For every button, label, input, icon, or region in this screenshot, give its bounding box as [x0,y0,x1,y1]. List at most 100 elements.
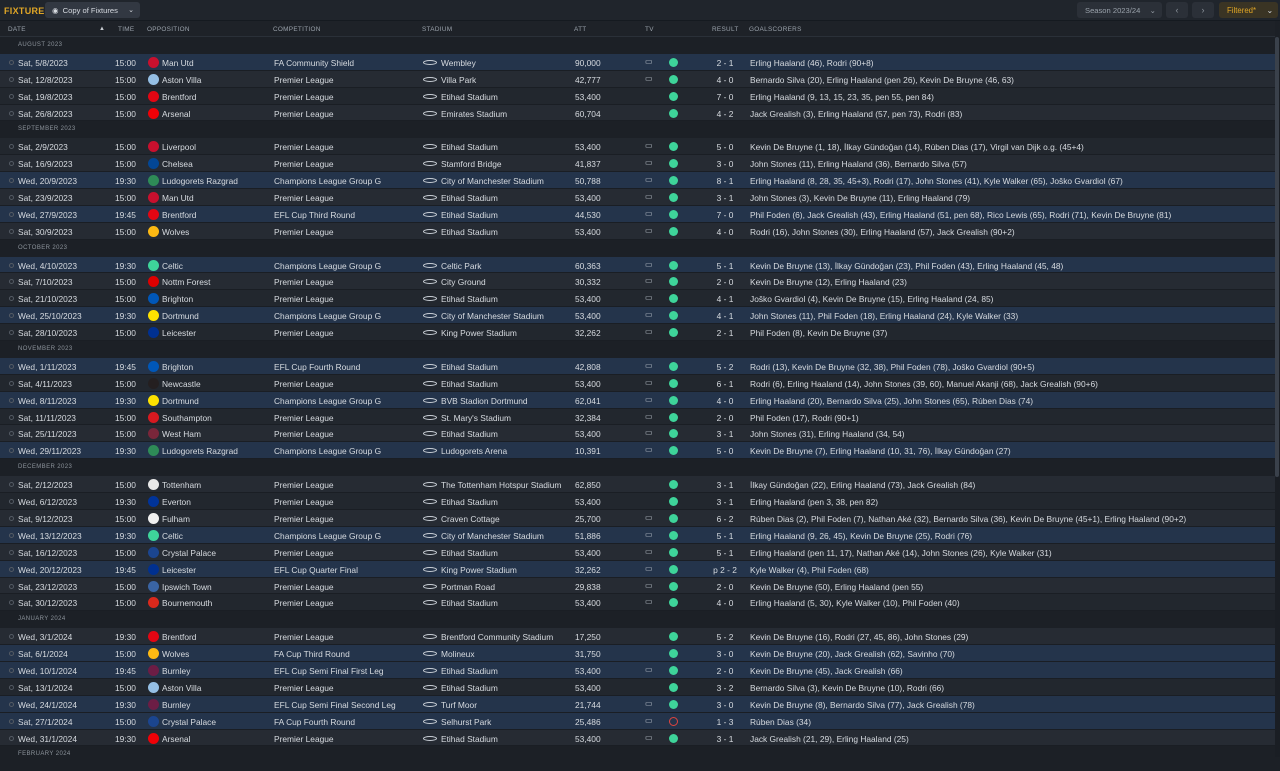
fixture-row[interactable]: Wed, 4/10/2023 19:30 Celtic Champions Leagu… [0,256,1275,274]
fixture-row[interactable]: Wed, 20/12/2023 19:45 Leicester EFL Cup Qua… [0,560,1275,578]
stadium-name[interactable]: Turf Moor [441,700,477,710]
match-score[interactable]: 3 - 1 [705,734,745,744]
match-score[interactable]: 5 - 1 [705,531,745,541]
opposition-name[interactable]: Ipswich Town [162,582,212,592]
stadium-name[interactable]: City Ground [441,277,486,287]
opposition-name[interactable]: Brighton [162,362,193,372]
competition-name[interactable]: Premier League [274,294,334,304]
competition-name[interactable]: Premier League [274,514,334,524]
fixture-row[interactable]: Wed, 3/1/2024 19:30 Brentford Premier Leagu… [0,628,1275,646]
competition-name[interactable]: Premier League [274,632,334,642]
match-score[interactable]: 2 - 0 [705,582,745,592]
match-score[interactable]: 4 - 2 [705,109,745,119]
stadium-name[interactable]: Etihad Stadium [441,429,498,439]
col-result[interactable]: RESULT [712,26,739,33]
match-score[interactable]: 1 - 3 [705,717,745,727]
competition-name[interactable]: Champions League Group G [274,446,381,456]
fixture-row[interactable]: Sat, 16/9/2023 15:00 Chelsea Premier League… [0,155,1275,173]
stadium-name[interactable]: Etihad Stadium [441,734,498,744]
match-score[interactable]: 7 - 0 [705,92,745,102]
stadium-name[interactable]: City of Manchester Stadium [441,176,544,186]
opposition-name[interactable]: Brighton [162,294,193,304]
fixture-row[interactable]: Sat, 26/8/2023 15:00 Arsenal Premier League… [0,104,1275,122]
stadium-name[interactable]: Etihad Stadium [441,227,498,237]
stadium-name[interactable]: City of Manchester Stadium [441,311,544,321]
opposition-name[interactable]: Everton [162,497,191,507]
opposition-name[interactable]: Bournemouth [162,598,212,608]
stadium-name[interactable]: Stamford Bridge [441,159,502,169]
stadium-name[interactable]: Etihad Stadium [441,193,498,203]
match-score[interactable]: 5 - 2 [705,362,745,372]
stadium-name[interactable]: Etihad Stadium [441,142,498,152]
opposition-name[interactable]: Dortmund [162,311,199,321]
match-score[interactable]: 3 - 1 [705,480,745,490]
competition-name[interactable]: Champions League Group G [274,261,381,271]
match-score[interactable]: 3 - 0 [705,159,745,169]
competition-name[interactable]: Premier League [274,75,334,85]
match-score[interactable]: 2 - 1 [705,58,745,68]
fixture-row[interactable]: Wed, 8/11/2023 19:30 Dortmund Champions Lea… [0,391,1275,409]
fixture-row[interactable]: Sat, 4/11/2023 15:00 Newcastle Premier Leag… [0,374,1275,392]
fixture-row[interactable]: Wed, 27/9/2023 19:45 Brentford EFL Cup Thir… [0,205,1275,223]
col-att[interactable]: ATT [574,26,587,33]
competition-name[interactable]: Premier League [274,497,334,507]
opposition-name[interactable]: Arsenal [162,109,190,119]
opposition-name[interactable]: Tottenham [162,480,201,490]
match-score[interactable]: 3 - 0 [705,700,745,710]
competition-name[interactable]: Champions League Group G [274,396,381,406]
fixture-row[interactable]: Wed, 29/11/2023 19:30 Ludogorets Razgrad Ch… [0,442,1275,460]
stadium-name[interactable]: Etihad Stadium [441,598,498,608]
opposition-name[interactable]: Southampton [162,413,212,423]
competition-name[interactable]: Premier League [274,109,334,119]
match-score[interactable]: 8 - 1 [705,176,745,186]
match-score[interactable]: 5 - 2 [705,632,745,642]
opposition-name[interactable]: Man Utd [162,58,194,68]
match-score[interactable]: 5 - 0 [705,142,745,152]
match-score[interactable]: 3 - 1 [705,193,745,203]
competition-name[interactable]: EFL Cup Quarter Final [274,565,358,575]
competition-name[interactable]: EFL Cup Semi Final First Leg [274,666,384,676]
competition-name[interactable]: Premier League [274,429,334,439]
col-date[interactable]: DATE [8,26,26,33]
opposition-name[interactable]: Crystal Palace [162,548,216,558]
stadium-name[interactable]: Emirates Stadium [441,109,507,119]
competition-name[interactable]: EFL Cup Third Round [274,210,355,220]
stadium-name[interactable]: St. Mary's Stadium [441,413,511,423]
fixture-row[interactable]: Sat, 2/9/2023 15:00 Liverpool Premier Leagu… [0,138,1275,156]
competition-name[interactable]: FA Cup Third Round [274,649,350,659]
competition-name[interactable]: Premier League [274,277,334,287]
competition-name[interactable]: Premier League [274,92,334,102]
match-score[interactable]: 5 - 0 [705,446,745,456]
stadium-name[interactable]: Craven Cottage [441,514,500,524]
competition-name[interactable]: Premier League [274,159,334,169]
stadium-name[interactable]: City of Manchester Stadium [441,531,544,541]
match-score[interactable]: 6 - 1 [705,379,745,389]
competition-name[interactable]: EFL Cup Fourth Round [274,362,360,372]
stadium-name[interactable]: Etihad Stadium [441,210,498,220]
fixture-row[interactable]: Sat, 23/12/2023 15:00 Ipswich Town Premier … [0,577,1275,595]
stadium-name[interactable]: The Tottenham Hotspur Stadium [441,480,561,490]
fixture-row[interactable]: Wed, 20/9/2023 19:30 Ludogorets Razgrad Cha… [0,172,1275,190]
fixture-row[interactable]: Sat, 21/10/2023 15:00 Brighton Premier Leag… [0,290,1275,308]
stadium-name[interactable]: Etihad Stadium [441,379,498,389]
scrollbar-thumb[interactable] [1275,37,1279,477]
match-score[interactable]: 6 - 2 [705,514,745,524]
opposition-name[interactable]: Aston Villa [162,683,201,693]
col-tv[interactable]: TV [645,26,654,33]
fixture-row[interactable]: Sat, 11/11/2023 15:00 Southampton Premier L… [0,408,1275,426]
next-season-button[interactable]: › [1192,2,1214,18]
competition-name[interactable]: Premier League [274,734,334,744]
opposition-name[interactable]: Chelsea [162,159,193,169]
opposition-name[interactable]: Aston Villa [162,75,201,85]
competition-name[interactable]: Premier League [274,413,334,423]
stadium-name[interactable]: Etihad Stadium [441,362,498,372]
match-score[interactable]: 7 - 0 [705,210,745,220]
fixture-row[interactable]: Wed, 1/11/2023 19:45 Brighton EFL Cup Fourt… [0,357,1275,375]
opposition-name[interactable]: West Ham [162,429,201,439]
opposition-name[interactable]: Newcastle [162,379,201,389]
fixture-row[interactable]: Wed, 6/12/2023 19:30 Everton Premier League… [0,493,1275,510]
opposition-name[interactable]: Dortmund [162,396,199,406]
match-score[interactable]: 3 - 2 [705,683,745,693]
fixture-row[interactable]: Sat, 13/1/2024 15:00 Aston Villa Premier Le… [0,678,1275,696]
competition-name[interactable]: Premier League [274,142,334,152]
